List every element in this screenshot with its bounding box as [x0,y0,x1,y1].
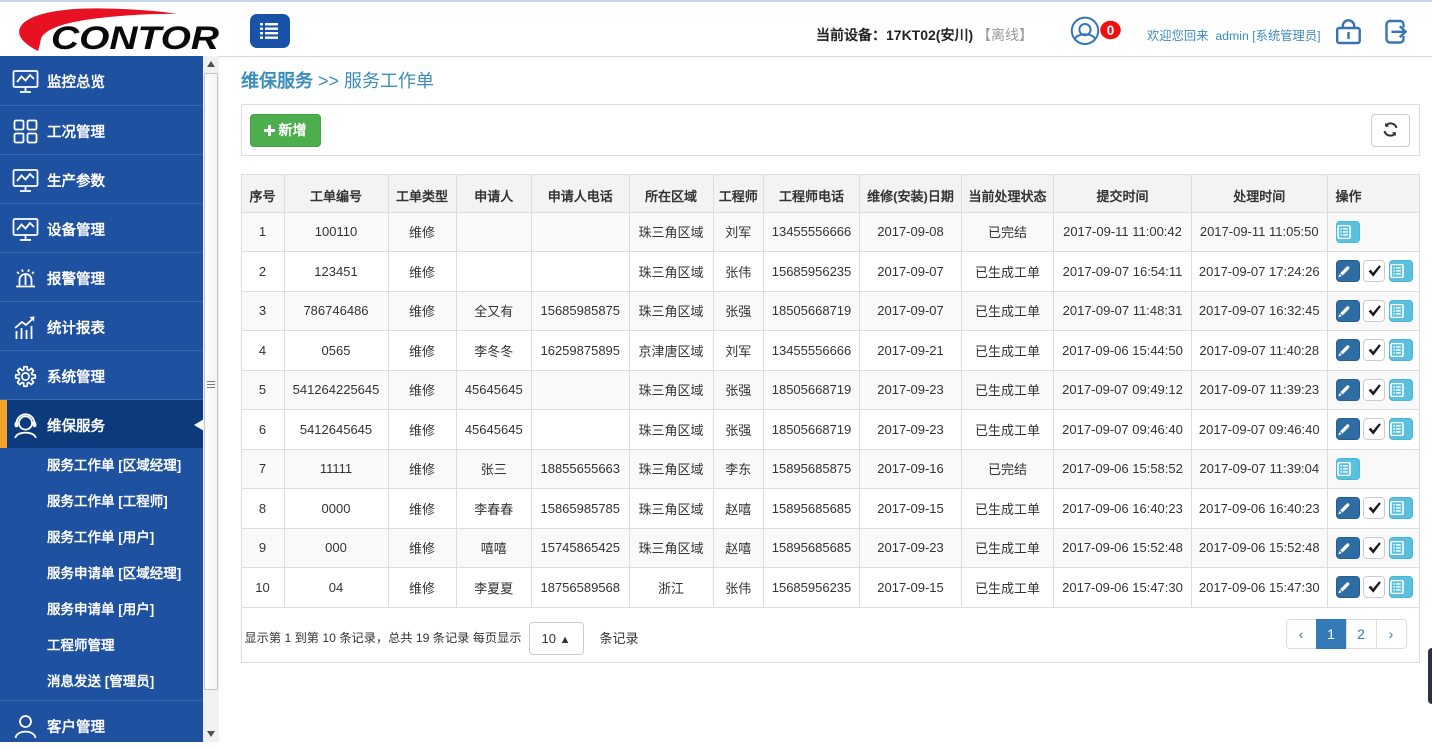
svg-text:0: 0 [1107,23,1115,38]
svg-text:CONTOR: CONTOR [51,20,219,56]
